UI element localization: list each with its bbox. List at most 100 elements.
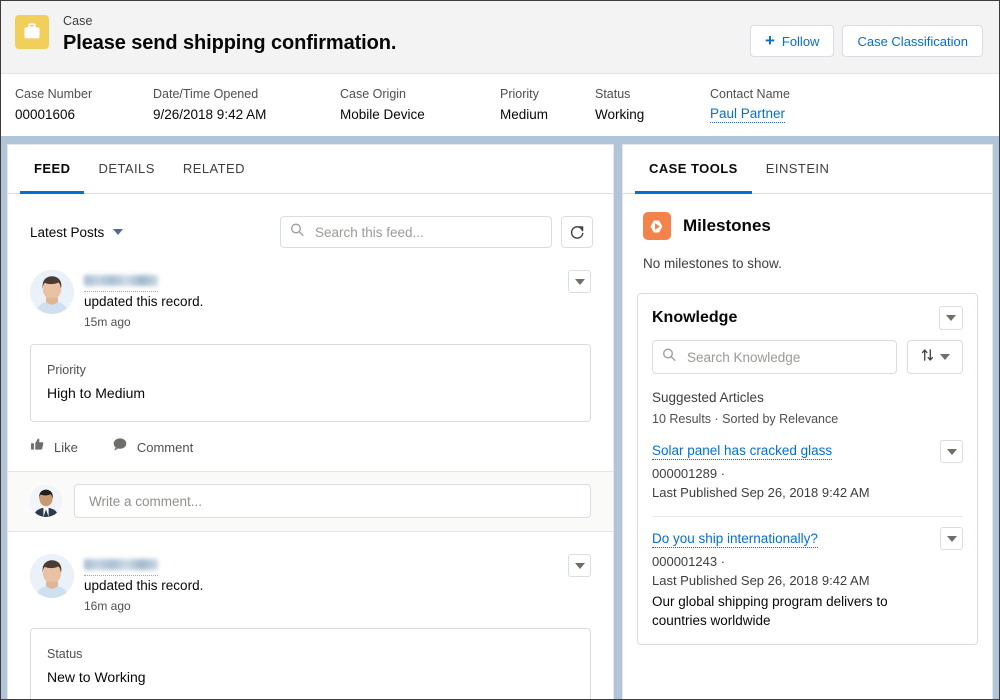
post-meta: updated this record. 15m ago (84, 270, 203, 330)
milestones-empty-text: No milestones to show. (643, 256, 782, 271)
knowledge-sort-button[interactable] (907, 340, 963, 374)
post-summary: updated this record. (84, 271, 203, 311)
feed-controls: Latest Posts (8, 194, 613, 264)
change-field-value: High to Medium (47, 385, 146, 401)
plus-icon: + (764, 30, 775, 50)
knowledge-search-row (638, 330, 977, 374)
post-author-redacted[interactable] (84, 559, 158, 570)
case-tools-tabs: CASE TOOLS EINSTEIN (623, 145, 992, 194)
article-published: Last Published Sep 26, 2018 9:42 AM (652, 485, 870, 500)
highlights-panel: Case Number 00001606 Date/Time Opened 9/… (1, 73, 999, 136)
article-menu-button[interactable] (940, 440, 963, 463)
knowledge-title: Knowledge (652, 309, 738, 326)
comment-input[interactable] (74, 484, 591, 518)
post-actions: Like Comment (30, 422, 591, 471)
list-item: Do you ship internationally? 000001243 ·… (652, 516, 963, 644)
refresh-button[interactable] (561, 216, 593, 248)
like-label: Like (54, 439, 78, 455)
tab-einstein[interactable]: EINSTEIN (752, 145, 844, 194)
article-menu-button[interactable] (940, 527, 963, 550)
chevron-down-icon (946, 448, 957, 455)
results-summary: 10 Results · Sorted by Relevance (652, 412, 839, 426)
feed-post: updated this record. 15m ago Priority Hi… (8, 264, 613, 471)
article-title-link[interactable]: Do you ship internationally? (652, 530, 818, 548)
field-contact-name: Contact Name Paul Partner (710, 86, 790, 136)
change-field-value: New to Working (47, 669, 146, 685)
knowledge-search-wrapper (652, 340, 897, 374)
knowledge-header: Knowledge (638, 294, 977, 330)
comment-button[interactable]: Comment (112, 437, 193, 457)
list-item: Solar panel has cracked glass 000001289 … (652, 438, 963, 516)
knowledge-menu-button[interactable] (939, 306, 963, 330)
field-case-origin: Case Origin Mobile Device (340, 86, 500, 136)
milestone-icon (643, 212, 671, 240)
article-number: 000001289 · (652, 466, 726, 481)
case-classification-label: Case Classification (857, 33, 968, 49)
milestones-title: Milestones (683, 216, 771, 235)
post-summary: updated this record. (84, 555, 203, 595)
field-priority: Priority Medium (500, 86, 595, 136)
comment-bubble-icon (112, 437, 128, 457)
chevron-down-icon (574, 278, 585, 285)
field-change-card: Priority High to Medium (30, 344, 591, 422)
knowledge-card: Knowledge Search Knowledge Suggested Art… (637, 293, 978, 645)
chevron-down-icon (946, 315, 956, 321)
case-classification-button[interactable]: Case Classification (842, 25, 983, 57)
record-header: Case Please send shipping confirmation. … (1, 1, 999, 73)
article-published: Last Published Sep 26, 2018 9:42 AM (652, 573, 870, 588)
field-value: Working (595, 107, 645, 122)
field-label: Status (595, 87, 631, 101)
case-tools-column: CASE TOOLS EINSTEIN Milestones No milest… (622, 144, 993, 699)
sort-arrows-icon (921, 348, 934, 367)
record-type-label: Case (63, 14, 93, 28)
chevron-down-icon (574, 562, 585, 569)
post-timestamp: 16m ago (84, 599, 131, 613)
header-titles: Case Please send shipping confirmation. (63, 13, 396, 56)
tab-label: FEED (34, 160, 71, 176)
field-label: Case Origin (340, 87, 406, 101)
header-actions: + Follow Case Classification (749, 25, 983, 57)
knowledge-search-input[interactable] (652, 340, 897, 374)
post-action-text: updated this record. (84, 578, 204, 593)
follow-button-label: Follow (781, 33, 820, 49)
like-button[interactable]: Like (30, 437, 78, 457)
tab-related[interactable]: RELATED (169, 145, 259, 194)
feed-column: FEED DETAILS RELATED Latest Posts Search… (7, 144, 614, 699)
avatar (30, 485, 62, 517)
field-value: Medium (500, 107, 549, 122)
field-label: Date/Time Opened (153, 87, 259, 101)
field-label: Case Number (15, 87, 93, 101)
tab-case-tools[interactable]: CASE TOOLS (635, 145, 752, 194)
tab-details[interactable]: DETAILS (84, 145, 168, 194)
chevron-down-icon (939, 354, 950, 360)
change-field-label: Status (47, 647, 83, 661)
article-title-link[interactable]: Solar panel has cracked glass (652, 442, 833, 460)
avatar (30, 270, 74, 314)
body-area: FEED DETAILS RELATED Latest Posts Search… (1, 136, 999, 699)
follow-button[interactable]: + Follow (749, 25, 835, 57)
tab-label: EINSTEIN (765, 160, 830, 176)
chevron-down-icon (113, 229, 124, 235)
post-header: updated this record. 16m ago (30, 548, 591, 614)
field-case-number: Case Number 00001606 (15, 86, 153, 136)
avatar (30, 554, 74, 598)
tab-label: DETAILS (98, 160, 155, 176)
thumbs-up-icon (30, 437, 45, 457)
change-field-label: Priority (47, 363, 86, 377)
post-meta: updated this record. 16m ago (84, 554, 203, 614)
field-status: Status Working (595, 86, 710, 136)
post-author-redacted[interactable] (84, 275, 158, 286)
tab-label: CASE TOOLS (649, 160, 738, 176)
briefcase-icon (15, 15, 49, 49)
post-menu-button[interactable] (568, 270, 591, 293)
tab-feed[interactable]: FEED (20, 145, 85, 194)
case-record-page: Case Please send shipping confirmation. … (0, 0, 1000, 700)
field-label: Priority (500, 87, 539, 101)
contact-name-link[interactable]: Paul Partner (710, 105, 786, 123)
post-menu-button[interactable] (568, 554, 591, 577)
feed-search-wrapper (280, 216, 552, 248)
record-tabs: FEED DETAILS RELATED (8, 145, 613, 194)
search-input[interactable] (280, 216, 552, 248)
feed-sort-dropdown[interactable]: Latest Posts (30, 225, 124, 240)
article-snippet: Our global shipping program delivers to … (652, 594, 888, 628)
